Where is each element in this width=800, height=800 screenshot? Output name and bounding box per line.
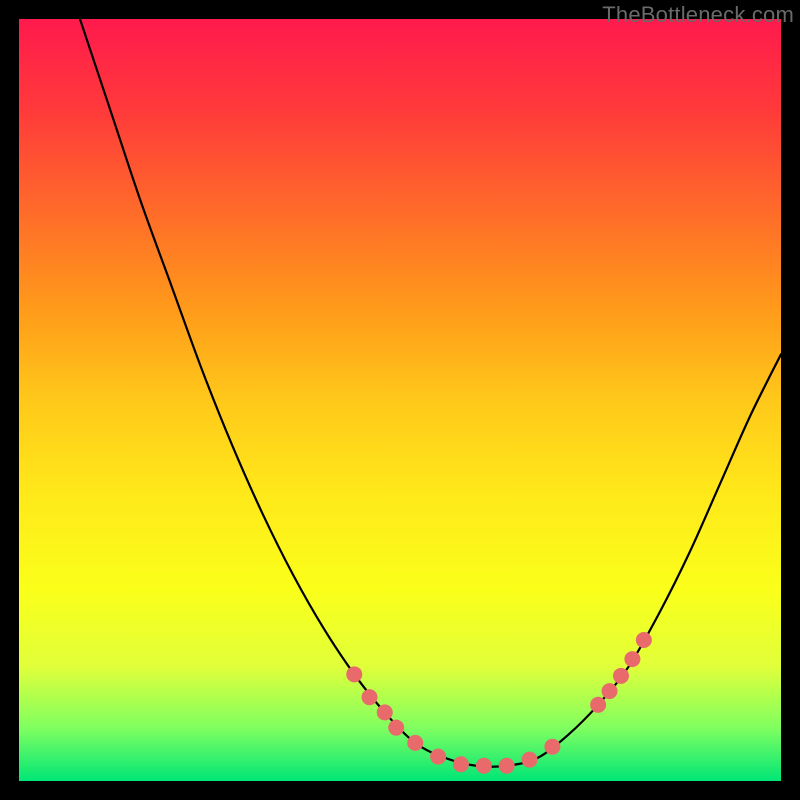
optimal-band <box>19 735 781 781</box>
chart-overlay <box>19 19 781 781</box>
watermark-text: TheBottleneck.com <box>602 2 794 28</box>
bottleneck-curve <box>80 19 781 767</box>
